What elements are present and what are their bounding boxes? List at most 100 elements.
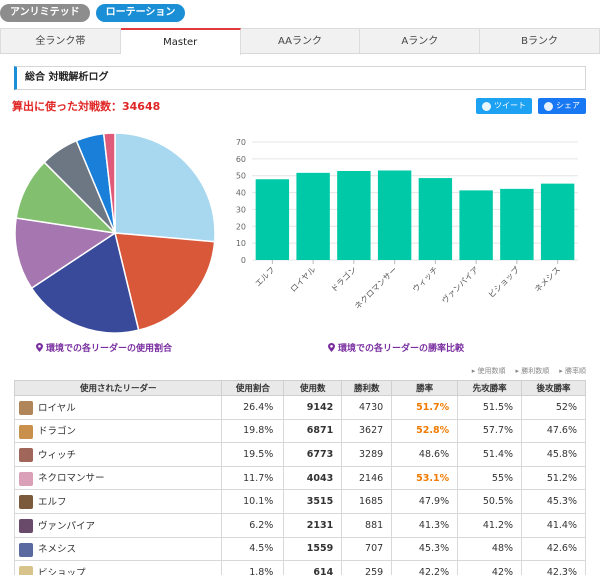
- sort-by-wins-link[interactable]: 勝利数順: [516, 366, 549, 376]
- first-winrate-cell: 48%: [457, 536, 523, 562]
- usage-count-cell: 6773: [283, 442, 343, 467]
- wins-cell: 707: [341, 536, 393, 562]
- pie-caption: 環境での各リーダーの使用割合: [36, 341, 172, 354]
- usage-count-cell: 6871: [283, 418, 343, 444]
- usage-pie-chart: [14, 132, 216, 334]
- leader-portrait: [19, 424, 33, 439]
- winrate-bar: [337, 170, 371, 260]
- bar-caption-text: 環境での各リーダーの勝率比較: [338, 344, 465, 354]
- winrate-bar: [540, 183, 575, 260]
- leader-name-cell: ネメシス: [13, 536, 223, 562]
- leader-name: エルフ: [38, 496, 67, 508]
- rank-tabs: 全ランク帯 Master AAランク Aランク Bランク: [0, 28, 600, 55]
- second-winrate-cell: 51.2%: [521, 465, 586, 491]
- winrate-cell: 45.3%: [391, 536, 459, 562]
- leader-name: ウィッチ: [38, 449, 77, 461]
- table-header-row: 使用されたリーダー 使用割合 使用数 勝利数 勝率 先攻勝率 後攻勝率: [13, 380, 586, 396]
- facebook-share-button[interactable]: シェア: [538, 98, 586, 114]
- leader-stats-table: 使用されたリーダー 使用割合 使用数 勝利数 勝率 先攻勝率 後攻勝率 ロイヤル…: [13, 380, 586, 575]
- table-row: ビショップ 1.8% 614 259 42.2% 42% 42.3%: [13, 560, 586, 575]
- y-tick-label: 30: [236, 205, 246, 214]
- pie-slice: [114, 132, 216, 243]
- header-first-winrate: 先攻勝率: [457, 380, 523, 396]
- usage-share-cell: 19.8%: [221, 418, 285, 444]
- winrate-bar: [459, 190, 493, 260]
- wins-cell: 3627: [341, 418, 393, 444]
- unlimited-mode-button[interactable]: アンリミテッド: [0, 4, 90, 22]
- winrate-cell: 47.9%: [391, 489, 459, 514]
- leader-name: ドラゴン: [38, 426, 77, 438]
- tab-aa-rank[interactable]: AAランク: [240, 28, 361, 53]
- rotation-mode-button[interactable]: ローテーション: [95, 4, 186, 22]
- wins-cell: 259: [341, 560, 393, 575]
- tab-all-ranks[interactable]: 全ランク帯: [0, 28, 121, 53]
- first-winrate-cell: 51.5%: [457, 395, 523, 420]
- usage-count-cell: 1559: [283, 536, 343, 562]
- tab-master[interactable]: Master: [120, 28, 241, 55]
- winrate-cell: 41.3%: [391, 512, 459, 538]
- share-buttons: ツイート シェア: [476, 98, 586, 114]
- wins-cell: 1685: [341, 489, 393, 514]
- header-usage-share: 使用割合: [221, 380, 285, 396]
- pie-caption-text: 環境での各リーダーの使用割合: [46, 344, 173, 354]
- table-row: ロイヤル 26.4% 9142 4730 51.7% 51.5% 52%: [13, 395, 586, 420]
- sort-by-winrate-link[interactable]: 勝率順: [559, 366, 586, 376]
- winrate-cell: 52.8%: [391, 418, 459, 444]
- x-tick-label: ドラゴン: [329, 264, 359, 294]
- table-row: ウィッチ 19.5% 6773 3289 48.6% 51.4% 45.8%: [13, 442, 586, 467]
- leader-portrait: [19, 566, 33, 575]
- winrate-bar: [296, 172, 330, 260]
- leader-name: ロイヤル: [38, 402, 76, 414]
- tweet-button[interactable]: ツイート: [476, 98, 532, 114]
- winrate-cell: 42.2%: [391, 560, 459, 575]
- map-pin-icon: [36, 343, 43, 352]
- second-winrate-cell: 45.3%: [521, 489, 586, 514]
- usage-count-cell: 9142: [283, 395, 343, 420]
- table-row: ヴァンパイア 6.2% 2131 881 41.3% 41.2% 41.4%: [13, 512, 586, 538]
- usage-share-cell: 26.4%: [221, 395, 285, 420]
- y-tick-label: 0: [241, 256, 246, 265]
- first-winrate-cell: 42%: [457, 560, 523, 575]
- header-usage-count: 使用数: [283, 380, 343, 396]
- winrate-cell: 53.1%: [391, 465, 459, 491]
- wins-cell: 3289: [341, 442, 393, 467]
- bar-caption: 環境での各リーダーの勝率比較: [328, 341, 464, 354]
- leader-name-cell: ビショップ: [13, 560, 223, 575]
- header-second-winrate: 後攻勝率: [521, 380, 586, 396]
- table-row: ドラゴン 19.8% 6871 3627 52.8% 57.7% 47.6%: [13, 418, 586, 444]
- leader-portrait: [19, 495, 33, 510]
- facebook-icon: [544, 101, 553, 111]
- second-winrate-cell: 52%: [521, 395, 586, 420]
- first-winrate-cell: 50.5%: [457, 489, 523, 514]
- wins-cell: 881: [341, 512, 393, 538]
- winrate-bar: [255, 179, 290, 260]
- wins-cell: 2146: [341, 465, 393, 491]
- leader-portrait: [19, 448, 33, 463]
- y-tick-label: 20: [236, 222, 246, 231]
- first-winrate-cell: 55%: [457, 465, 523, 491]
- table-row: ネクロマンサー 11.7% 4043 2146 53.1% 55% 51.2%: [13, 465, 586, 491]
- leader-name: ネクロマンサー: [38, 473, 105, 485]
- usage-count-cell: 614: [283, 560, 343, 575]
- leader-name-cell: ヴァンパイア: [13, 512, 223, 538]
- sort-by-usage-link[interactable]: 使用数順: [472, 366, 506, 376]
- winrate-bar: [418, 178, 453, 260]
- usage-share-cell: 6.2%: [221, 512, 285, 538]
- leader-name-cell: ドラゴン: [13, 418, 223, 444]
- header-winrate: 勝率: [391, 380, 459, 396]
- second-winrate-cell: 47.6%: [521, 418, 586, 444]
- winrate-bar: [377, 170, 412, 260]
- second-winrate-cell: 42.3%: [521, 560, 586, 575]
- usage-share-cell: 10.1%: [221, 489, 285, 514]
- tab-a-rank[interactable]: Aランク: [360, 28, 481, 53]
- leader-name: ネメシス: [38, 544, 77, 556]
- x-tick-label: ビショップ: [487, 265, 522, 300]
- winrate-cell: 48.6%: [391, 442, 459, 467]
- table-row: エルフ 10.1% 3515 1685 47.9% 50.5% 45.3%: [13, 489, 586, 514]
- x-tick-label: ネクロマンサー: [353, 265, 399, 311]
- leader-portrait: [19, 471, 33, 486]
- tab-b-rank[interactable]: Bランク: [480, 28, 600, 53]
- y-tick-label: 60: [236, 155, 246, 164]
- battle-count: 算出に使った対戦数：34648: [12, 100, 161, 113]
- x-tick-label: ロイヤル: [289, 265, 318, 294]
